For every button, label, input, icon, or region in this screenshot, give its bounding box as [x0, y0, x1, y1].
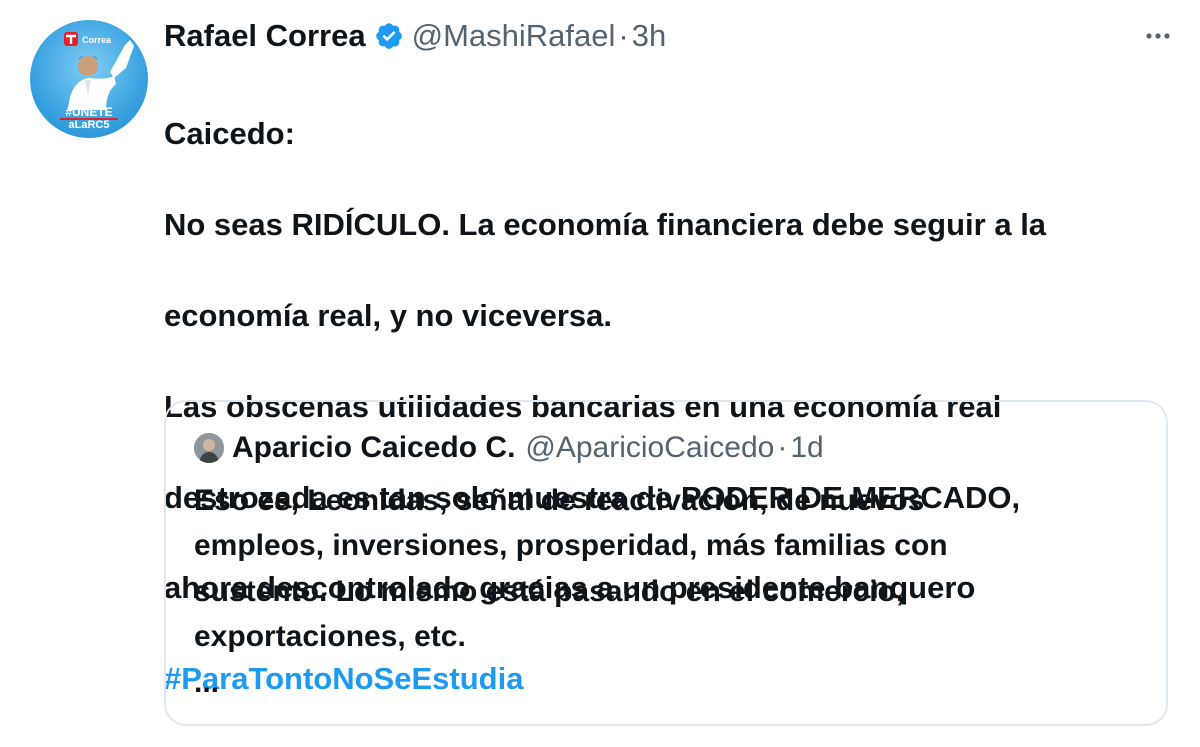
quoted-text-line: Eso es, Leonidas, señal de reactivación,… [194, 484, 925, 517]
verified-badge-icon [374, 21, 404, 51]
avatar-badge-line-1: #UNETE [65, 105, 112, 119]
avatar-logo-text: Correa [82, 35, 112, 45]
author-name[interactable]: Rafael Correa [164, 18, 366, 54]
author-handle[interactable]: @MashiRafael [412, 18, 616, 54]
avatar-badge-line-2: aLaRC5 [69, 119, 110, 131]
quoted-tweet-text: Eso es, Leonidas, señal de reactivación,… [194, 478, 1154, 705]
quoted-text-ellipsis: ... [194, 665, 220, 699]
quoted-author-avatar[interactable] [194, 433, 224, 463]
author-avatar[interactable]: Correa #UNETE aLaRC5 [30, 20, 148, 138]
quoted-header-separator: · [777, 431, 788, 464]
tweet-text-line: economía real, y no viceversa. [164, 298, 613, 334]
more-options-button[interactable] [1138, 18, 1178, 54]
quoted-text-line: exportaciones, etc. [194, 620, 466, 654]
tweet-card[interactable]: Correa #UNETE aLaRC5 Rafael Correa @Mash… [0, 0, 1200, 731]
more-options-icon [1146, 33, 1170, 39]
quoted-text-line: empleos, inversiones, prosperidad, más f… [194, 529, 948, 563]
tweet-timestamp[interactable]: 3h [632, 18, 666, 54]
tweet-header: Rafael Correa @MashiRafael · 3h [164, 14, 666, 58]
avatar-image: Correa #UNETE aLaRC5 [60, 32, 134, 131]
quoted-author-name[interactable]: Aparicio Caicedo C. [232, 431, 515, 465]
quoted-tweet[interactable]: Aparicio Caicedo C. @AparicioCaicedo · 1… [164, 400, 1168, 726]
quoted-author-handle[interactable]: @AparicioCaicedo [525, 431, 774, 465]
tweet-text-line: Caicedo: [164, 116, 295, 152]
quoted-text-line: sustento. Lo mismo está pasando en el co… [194, 574, 905, 608]
header-separator: · [618, 18, 629, 53]
tweet-text-line: No seas RIDÍCULO. La economía financiera… [164, 207, 1047, 243]
quoted-tweet-timestamp[interactable]: 1d [790, 431, 823, 465]
quoted-tweet-header: Aparicio Caicedo C. @AparicioCaicedo · 1… [194, 428, 824, 468]
